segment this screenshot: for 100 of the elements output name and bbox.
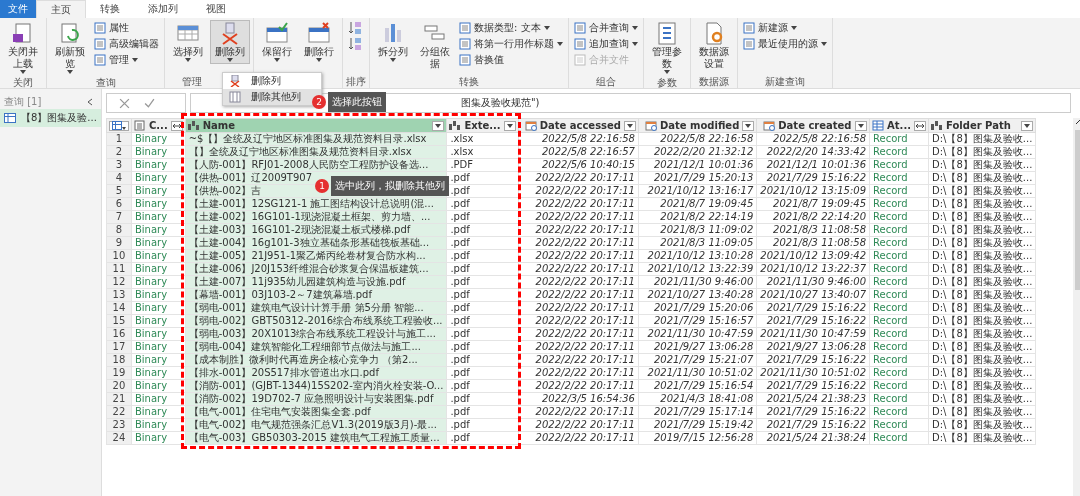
caret-icon xyxy=(664,70,670,74)
table-cell: 2022/5/8 22:16:58 xyxy=(518,132,639,146)
ribbon-tab[interactable]: 主页 xyxy=(36,0,86,18)
table-cell: 2021/7/29 15:21:07 xyxy=(638,353,757,367)
table-menu-button[interactable] xyxy=(108,120,129,131)
table-cell: 2022/2/22 20:17:11 xyxy=(518,184,639,198)
ribbon-button[interactable]: 管理 xyxy=(92,52,161,67)
ribbon-button[interactable]: 刷新预览 xyxy=(50,20,90,76)
ribbon-button[interactable]: 删除列 xyxy=(210,20,250,64)
ribbon-button[interactable]: 删除行 xyxy=(299,20,339,64)
ribbon-button[interactable]: 追加查询 xyxy=(572,36,640,51)
filter-button[interactable] xyxy=(855,120,868,131)
column-header[interactable]: Name xyxy=(185,118,447,133)
expand-button[interactable] xyxy=(914,120,926,131)
table-cell: 2021/9/27 13:06:28 xyxy=(756,340,870,354)
table-cell: Binary xyxy=(131,431,186,445)
table-cell: 2022/2/20 21:32:12 xyxy=(638,145,757,159)
check-icon[interactable] xyxy=(143,97,155,109)
column-header[interactable]: Folder Path xyxy=(928,118,1036,133)
ribbon-button[interactable]: 分组依据 xyxy=(415,20,455,72)
table-cell: 2021/11/30 9:46:00 xyxy=(638,275,757,289)
ribbon-button[interactable]: 数据源设置 xyxy=(694,20,734,72)
column-header[interactable]: Date created xyxy=(756,118,870,133)
caret-icon xyxy=(132,57,138,62)
caret-icon xyxy=(632,25,638,30)
table-cell: Record xyxy=(869,366,929,380)
table-cell: .pdf xyxy=(446,275,519,289)
table-cell: .pdf xyxy=(446,197,519,211)
ribbon-button[interactable]: 保留行 xyxy=(257,20,297,64)
table-cell: D:\【8】图集及验收... xyxy=(928,392,1036,406)
table-cell: Record xyxy=(869,340,929,354)
table-cell: Binary xyxy=(131,262,186,276)
ribbon-button[interactable]: 将第一行用作标题 xyxy=(457,36,565,51)
table-cell: 2021/10/12 13:09:42 xyxy=(756,249,870,263)
table-cell: Binary xyxy=(131,353,186,367)
table-cell: 2022/2/22 20:17:11 xyxy=(518,314,639,328)
table-cell: .pdf xyxy=(446,288,519,302)
ribbon-button[interactable]: 新建源 xyxy=(741,20,829,35)
delete-column-icon xyxy=(229,75,241,87)
table-cell: 2021/11/30 10:51:02 xyxy=(756,366,870,380)
ribbon-button[interactable]: 选择列 xyxy=(168,20,208,64)
table-cell: 2021/7/29 15:19:42 xyxy=(638,418,757,432)
filter-button[interactable] xyxy=(742,120,755,131)
ribbon-button[interactable]: 数据类型: 文本 xyxy=(457,20,565,35)
table-cell: Record xyxy=(869,210,929,224)
table-cell: D:\【8】图集及验收... xyxy=(928,171,1036,185)
table-cell: Binary xyxy=(131,249,186,263)
ribbon-button[interactable]: 替换值 xyxy=(457,52,565,67)
ribbon-button[interactable]: 属性 xyxy=(92,20,161,35)
table-cell: 2021/7/29 15:20:13 xyxy=(638,171,757,185)
table-cell: .pdf xyxy=(446,249,519,263)
table-cell: Binary xyxy=(131,223,186,237)
caret-icon xyxy=(227,58,233,62)
table-cell: .pdf xyxy=(446,340,519,354)
filter-button[interactable] xyxy=(624,120,636,131)
filter-button[interactable] xyxy=(503,120,516,131)
table-cell: .pdf xyxy=(446,262,519,276)
query-item[interactable]: 【8】图集及验... xyxy=(0,109,101,127)
column-header[interactable]: C... xyxy=(131,118,186,133)
expand-icon xyxy=(172,121,181,130)
column-header[interactable]: Exte... xyxy=(446,118,519,133)
table-cell: Binary xyxy=(131,327,186,341)
table-cell: D:\【8】图集及验收... xyxy=(928,275,1036,289)
table-cell: 2021/10/27 13:40:07 xyxy=(756,288,870,302)
cancel-icon[interactable] xyxy=(118,97,130,109)
menu-item[interactable]: 删除列 xyxy=(223,73,321,89)
table-cell: 2021/11/30 9:46:00 xyxy=(756,275,870,289)
filter-button[interactable] xyxy=(1021,120,1034,131)
caret-icon xyxy=(1024,123,1031,128)
caret-icon xyxy=(390,58,396,62)
table-cell: D:\【8】图集及验收... xyxy=(928,431,1036,445)
table-cell: 2021/5/24 21:38:23 xyxy=(756,392,870,406)
table-cell: 2021/12/1 10:01:36 xyxy=(756,158,870,172)
ribbon-button[interactable]: 最近使用的源 xyxy=(741,36,829,51)
ribbon-button[interactable]: 拆分列 xyxy=(373,20,413,64)
table-cell: 2022/2/22 20:17:11 xyxy=(518,197,639,211)
column-header[interactable]: Date modified xyxy=(638,118,757,133)
filter-button[interactable] xyxy=(432,120,445,131)
column-header[interactable]: At... xyxy=(869,118,929,133)
ribbon-button[interactable]: 关闭并上载 xyxy=(3,20,43,76)
caret-icon xyxy=(67,70,73,74)
table-cell: 2021/8/2 22:14:20 xyxy=(756,210,870,224)
table-cell: D:\【8】图集及验收... xyxy=(928,210,1036,224)
ribbon-tab[interactable]: 视图 xyxy=(192,0,240,18)
ribbon-button[interactable]: 管理参数 xyxy=(647,20,687,76)
file-tab[interactable]: 文件 xyxy=(0,0,36,18)
table-cell: Binary xyxy=(131,340,186,354)
column-header[interactable]: Date accessed xyxy=(518,118,639,133)
table-cell: Binary xyxy=(131,236,186,250)
ribbon-tab[interactable]: 添加列 xyxy=(134,0,192,18)
ribbon-button[interactable]: 高级编辑器 xyxy=(92,36,161,51)
table-cell: 2022/2/22 20:17:11 xyxy=(518,340,639,354)
table-cell: .pdf xyxy=(446,301,519,315)
ribbon-button[interactable]: 合并查询 xyxy=(572,20,640,35)
table-cell: Binary xyxy=(131,171,186,185)
table-cell: 2021/10/12 13:16:17 xyxy=(638,184,757,198)
ribbon-tab[interactable]: 转换 xyxy=(86,0,134,18)
table-cell: 2021/7/29 15:20:06 xyxy=(638,301,757,315)
expand-button[interactable] xyxy=(170,120,183,131)
table-cell: Record xyxy=(869,223,929,237)
